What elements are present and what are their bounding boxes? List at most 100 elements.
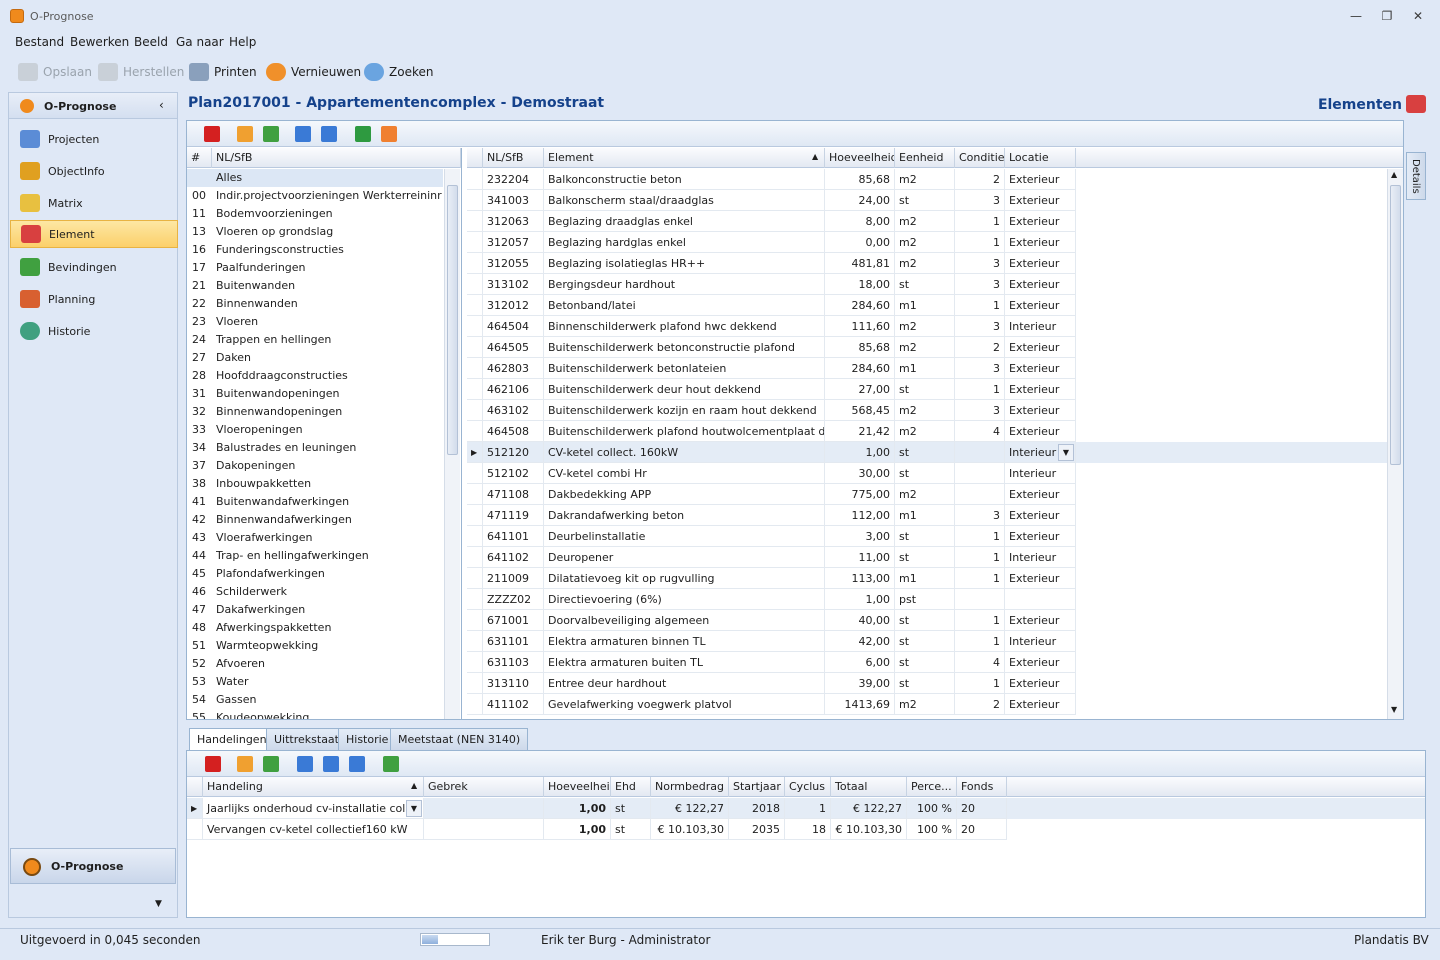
table-row[interactable]: 312055 Beglazing isolatieglas HR++ 481,81 m… (467, 253, 1387, 274)
eenheid-cell[interactable]: m1 (895, 358, 955, 379)
eenheid-cell[interactable]: st (895, 274, 955, 295)
list-item[interactable]: 27 Daken (187, 349, 443, 367)
locatie-cell[interactable]: Exterieur (1005, 337, 1076, 358)
column-header-hoeveelheid[interactable]: Hoeveelheid (544, 777, 611, 797)
nlsfb-cell[interactable]: 512120 (483, 442, 544, 463)
minimize-icon[interactable]: — (1346, 8, 1366, 24)
restore-button[interactable]: Herstellen (98, 62, 184, 82)
ehd-cell[interactable]: st (611, 798, 651, 819)
column-header-element[interactable]: Element (544, 148, 825, 168)
locatie-cell[interactable]: Exterieur (1005, 190, 1076, 211)
hoeveelheid-cell[interactable]: 85,68 (825, 169, 895, 190)
hoeveelheid-cell[interactable]: 0,00 (825, 232, 895, 253)
locatie-cell[interactable] (1005, 589, 1076, 610)
scroll-down-icon[interactable]: ▼ (1391, 705, 1397, 714)
nlsfb-cell[interactable]: 313110 (483, 673, 544, 694)
list-item[interactable]: 46 Schilderwerk (187, 583, 443, 601)
nlsfb-cell[interactable]: 471108 (483, 484, 544, 505)
hoeveelheid-cell[interactable]: 40,00 (825, 610, 895, 631)
element-cell[interactable]: Buitenschilderwerk betonconstructie plaf… (544, 337, 825, 358)
list-item[interactable]: 52 Afvoeren (187, 655, 443, 673)
column-header-nlsfb[interactable]: NL/SfB (483, 148, 544, 168)
eenheid-cell[interactable]: m2 (895, 316, 955, 337)
element-cell[interactable]: Balkonscherm staal/draadglas (544, 190, 825, 211)
column-header-nlsfb[interactable]: NL/SfB (212, 148, 461, 168)
element-cell[interactable]: Dilatatievoeg kit op rugvulling (544, 568, 825, 589)
list-item[interactable]: 42 Binnenwandafwerkingen (187, 511, 443, 529)
conditie-cell[interactable]: 1 (955, 568, 1005, 589)
table-row[interactable]: Vervangen cv-ketel collectief160 kW 1,00… (187, 819, 1425, 840)
nlsfb-cell[interactable]: 462803 (483, 358, 544, 379)
locatie-cell[interactable]: Exterieur (1005, 232, 1076, 253)
nlsfb-cell[interactable]: 464508 (483, 421, 544, 442)
hoeveelheid-cell[interactable]: 775,00 (825, 484, 895, 505)
gebrek-cell[interactable] (424, 819, 544, 840)
fonds-cell[interactable]: 20 (957, 819, 1007, 840)
locatie-cell[interactable]: Exterieur (1005, 652, 1076, 673)
conditie-cell[interactable]: 1 (955, 631, 1005, 652)
table-row[interactable]: 312057 Beglazing hardglas enkel 0,00 m2 1 Ext… (467, 232, 1387, 253)
column-header-cyclus[interactable]: Cyclus (785, 777, 831, 797)
eenheid-cell[interactable]: m1 (895, 505, 955, 526)
cyclus-cell[interactable]: 18 (785, 819, 831, 840)
print-list-icon[interactable] (381, 126, 397, 142)
locatie-cell[interactable]: Exterieur (1005, 169, 1076, 190)
nlsfb-cell[interactable]: 313102 (483, 274, 544, 295)
eenheid-cell[interactable]: m2 (895, 169, 955, 190)
table-row[interactable]: 464508 Buitenschilderwerk plafond houtwol… (467, 421, 1387, 442)
edit-list-icon[interactable] (263, 756, 279, 772)
list-item[interactable]: 47 Dakafwerkingen (187, 601, 443, 619)
eenheid-cell[interactable]: m2 (895, 232, 955, 253)
conditie-cell[interactable]: 3 (955, 274, 1005, 295)
nav-item-objectinfo[interactable]: ObjectInfo (10, 157, 178, 185)
hoeveelheid-cell[interactable]: 481,81 (825, 253, 895, 274)
ehd-cell[interactable]: st (611, 819, 651, 840)
nlsfb-cell[interactable]: 462106 (483, 379, 544, 400)
fonds-cell[interactable]: 20 (957, 798, 1007, 819)
tab-historie[interactable]: Historie (338, 728, 397, 750)
hoeveelheid-cell[interactable]: 6,00 (825, 652, 895, 673)
element-cell[interactable]: Beglazing hardglas enkel (544, 232, 825, 253)
list-item[interactable]: 24 Trappen en hellingen (187, 331, 443, 349)
element-cell[interactable]: Entree deur hardhout (544, 673, 825, 694)
menu-bewerken[interactable]: Bewerken (70, 35, 129, 49)
nlsfb-cell[interactable]: 312057 (483, 232, 544, 253)
column-header-normbedrag[interactable]: Normbedrag (651, 777, 729, 797)
column-header-totaal[interactable]: Totaal (831, 777, 907, 797)
nlsfb-cell[interactable]: 512102 (483, 463, 544, 484)
conditie-cell[interactable]: 3 (955, 400, 1005, 421)
element-cell[interactable]: Elektra armaturen buiten TL (544, 652, 825, 673)
table-row[interactable]: 232204 Balkonconstructie beton 85,68 m2 2 Ext… (467, 169, 1387, 190)
locatie-cell[interactable]: Interieur (1005, 547, 1076, 568)
list-item[interactable]: 16 Funderingsconstructies (187, 241, 443, 259)
hoeveelheid-cell[interactable]: 30,00 (825, 463, 895, 484)
print-button[interactable]: Printen (189, 62, 257, 82)
conditie-cell[interactable]: 4 (955, 652, 1005, 673)
collapse-chevron-icon[interactable]: ‹ (159, 98, 164, 112)
scroll-up-icon[interactable]: ▲ (1391, 170, 1397, 179)
list-item[interactable]: 51 Warmteopwekking (187, 637, 443, 655)
add-icon[interactable] (295, 126, 311, 142)
conditie-cell[interactable]: 1 (955, 211, 1005, 232)
menu-bestand[interactable]: Bestand (15, 35, 64, 49)
nlsfb-cell[interactable]: 631101 (483, 631, 544, 652)
hoeveelheid-cell[interactable]: 42,00 (825, 631, 895, 652)
nlsfb-cell[interactable]: 312063 (483, 211, 544, 232)
list-item[interactable]: 41 Buitenwandafwerkingen (187, 493, 443, 511)
nlsfb-cell[interactable]: 464505 (483, 337, 544, 358)
column-header-percentage[interactable]: Perce... (907, 777, 957, 797)
b-icon[interactable] (349, 756, 365, 772)
list-item[interactable]: 28 Hoofddraagconstructies (187, 367, 443, 385)
table-row[interactable]: 471119 Dakrandafwerking beton 112,00 m1 3 Ext… (467, 505, 1387, 526)
list-item[interactable]: 44 Trap- en hellingafwerkingen (187, 547, 443, 565)
locatie-cell[interactable]: Exterieur (1005, 568, 1076, 589)
element-cell[interactable]: CV-ketel combi Hr (544, 463, 825, 484)
table-row[interactable]: 462106 Buitenschilderwerk deur hout dekke… (467, 379, 1387, 400)
list-item[interactable]: 00 Indir.projectvoorzieningen Werkterrein… (187, 187, 443, 205)
restore-icon[interactable]: ❐ (1377, 8, 1397, 24)
nav-item-projecten[interactable]: Projecten (10, 125, 178, 153)
column-header-locatie[interactable]: Locatie (1005, 148, 1076, 168)
element-cell[interactable]: Deuropener (544, 547, 825, 568)
table-row[interactable]: 471108 Dakbedekking APP 775,00 m2 Exterieur (467, 484, 1387, 505)
eenheid-cell[interactable]: st (895, 190, 955, 211)
